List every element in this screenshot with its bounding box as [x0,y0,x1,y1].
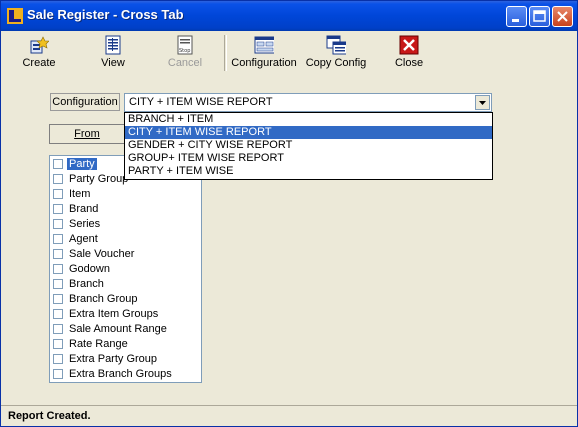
create-icon [30,36,49,54]
maximize-button[interactable] [529,6,550,27]
close-window-button[interactable] [552,6,573,27]
toolbar-separator [224,35,227,71]
checkbox[interactable] [53,324,63,334]
list-item[interactable]: Sale Voucher [52,247,200,262]
cancel-report-icon: Stop [177,35,193,55]
list-item[interactable]: Item [52,187,200,202]
configuration-dropdown-list: BRANCH + ITEM CITY + ITEM WISE REPORT GE… [124,112,493,180]
chevron-down-icon [479,101,486,105]
checkbox[interactable] [53,294,63,304]
configuration-icon [254,36,274,54]
checkbox[interactable] [53,354,63,364]
view-icon [105,35,121,55]
configuration-select-value: CITY + ITEM WISE REPORT [129,96,273,108]
status-text: Report Created. [8,410,91,422]
create-button[interactable]: Create [15,33,63,75]
checkbox[interactable] [53,264,63,274]
list-item[interactable]: Extra Item Groups [52,307,200,322]
checkbox[interactable] [53,369,63,379]
list-item[interactable]: Godown [52,262,200,277]
list-item[interactable]: Sale Amount Range [52,322,200,337]
checkbox[interactable] [53,249,63,259]
app-window: Sale Register - Cross Tab Create View St… [0,0,578,427]
cancel-button[interactable]: Stop Cancel [161,33,209,75]
checkbox[interactable] [53,234,63,244]
dropdown-option[interactable]: BRANCH + ITEM [125,113,492,126]
svg-text:Stop: Stop [179,48,190,54]
dropdown-option[interactable]: PARTY + ITEM WISE [125,165,492,178]
copy-config-button[interactable]: Copy Config [304,33,368,75]
from-button[interactable]: From [49,124,125,144]
configuration-button[interactable]: Configuration [230,33,298,75]
close-button[interactable]: Close [387,33,431,75]
copy-config-icon [326,35,346,55]
toolbar: Create View Stop Cancel Configuration Co… [1,31,577,77]
list-item[interactable]: Branch [52,277,200,292]
list-item[interactable]: Extra Branch Groups [52,367,200,382]
title-bar[interactable]: Sale Register - Cross Tab [1,1,577,31]
checkbox[interactable] [53,204,63,214]
checkbox[interactable] [53,339,63,349]
minimize-button[interactable] [506,6,527,27]
dropdown-option-selected[interactable]: CITY + ITEM WISE REPORT [125,126,492,139]
dropdown-option[interactable]: GROUP+ ITEM WISE REPORT [125,152,492,165]
list-item[interactable]: Brand [52,202,200,217]
configuration-label: Configuration [50,93,120,111]
list-item[interactable]: Agent [52,232,200,247]
checkbox[interactable] [53,159,63,169]
checkbox[interactable] [53,189,63,199]
checkbox[interactable] [53,174,63,184]
configuration-select[interactable]: CITY + ITEM WISE REPORT [124,93,492,112]
close-icon [399,35,419,55]
list-item[interactable]: Rate Range [52,337,200,352]
list-item[interactable]: Series [52,217,200,232]
app-icon [7,8,23,24]
window-title: Sale Register - Cross Tab [27,7,184,22]
view-button[interactable]: View [89,33,137,75]
dropdown-option[interactable]: GENDER + CITY WISE REPORT [125,139,492,152]
dropdown-arrow-button[interactable] [475,95,490,110]
list-item[interactable]: Extra Party Group [52,352,200,367]
checkbox[interactable] [53,219,63,229]
status-bar: Report Created. [1,405,577,427]
list-item[interactable]: Branch Group [52,292,200,307]
checkbox[interactable] [53,279,63,289]
field-checklist[interactable]: Party Party Group Item Brand Series Agen… [49,155,202,383]
checkbox[interactable] [53,309,63,319]
